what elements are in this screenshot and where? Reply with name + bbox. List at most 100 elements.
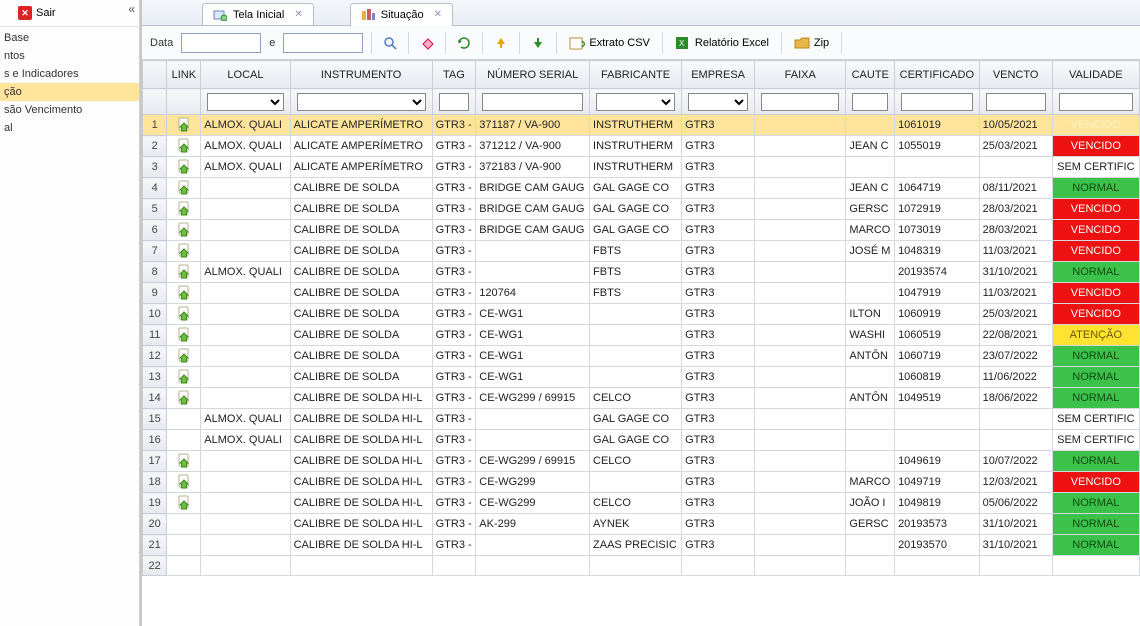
erase-icon[interactable] [417,33,437,53]
table-row[interactable]: 8ALMOX. QUALICALIBRE DE SOLDAGTR3 -FBTSG… [143,262,1140,283]
link-cell[interactable] [167,472,201,493]
row-number[interactable]: 10 [143,304,167,325]
link-cell[interactable] [167,283,201,304]
table-row[interactable]: 11CALIBRE DE SOLDAGTR3 -CE-WG1GTR3WASHI1… [143,325,1140,346]
table-row[interactable]: 5CALIBRE DE SOLDAGTR3 -BRIDGE CAM GAUGGA… [143,199,1140,220]
filter-empresa[interactable] [688,93,748,111]
link-cell[interactable] [167,304,201,325]
table-row[interactable]: 22 [143,556,1140,576]
col-caute[interactable]: CAUTE [846,61,895,89]
filter-tag[interactable] [439,93,470,111]
link-cell[interactable] [167,388,201,409]
filter-vencto[interactable] [986,93,1046,111]
link-cell[interactable] [167,115,201,136]
filter-faixa[interactable] [761,93,839,111]
table-row[interactable]: 17CALIBRE DE SOLDA HI-LGTR3 -CE-WG299 / … [143,451,1140,472]
col-local[interactable]: LOCAL [201,61,290,89]
sidebar-item-2[interactable]: s e Indicadores [0,65,139,83]
sidebar-collapse-icon[interactable]: « [128,2,135,16]
exit-button[interactable]: ✕ Sair [0,0,139,27]
tab-0[interactable]: Tela Inicial✕ [202,3,314,25]
sidebar-item-0[interactable]: Base [0,29,139,47]
row-number[interactable]: 2 [143,136,167,157]
row-number[interactable]: 15 [143,409,167,430]
row-number[interactable]: 21 [143,535,167,556]
date-to-input[interactable] [283,33,363,53]
link-cell[interactable] [167,241,201,262]
row-number[interactable]: 7 [143,241,167,262]
tab-close-icon[interactable]: ✕ [434,9,442,20]
link-cell[interactable] [167,325,201,346]
table-row[interactable]: 12CALIBRE DE SOLDAGTR3 -CE-WG1GTR3ANTÔN1… [143,346,1140,367]
grid-scroll[interactable]: LINK LOCAL INSTRUMENTO TAG NÚMERO SERIAL… [142,60,1140,626]
link-cell[interactable] [167,220,201,241]
col-serial[interactable]: NÚMERO SERIAL [476,61,590,89]
col-tag[interactable]: TAG [432,61,476,89]
table-row[interactable]: 20CALIBRE DE SOLDA HI-LGTR3 -AK-299AYNEK… [143,514,1140,535]
row-number[interactable]: 20 [143,514,167,535]
row-number[interactable]: 1 [143,115,167,136]
table-row[interactable]: 16ALMOX. QUALICALIBRE DE SOLDA HI-LGTR3 … [143,430,1140,451]
table-row[interactable]: 1ALMOX. QUALIALICATE AMPERÍMETROGTR3 -37… [143,115,1140,136]
table-row[interactable]: 15ALMOX. QUALICALIBRE DE SOLDA HI-LGTR3 … [143,409,1140,430]
sidebar-item-5[interactable]: al [0,119,139,137]
row-number[interactable]: 14 [143,388,167,409]
link-cell[interactable] [167,157,201,178]
date-from-input[interactable] [181,33,261,53]
row-number[interactable]: 6 [143,220,167,241]
filter-serial[interactable] [482,93,583,111]
row-number[interactable]: 8 [143,262,167,283]
col-link[interactable]: LINK [167,61,201,89]
tab-close-icon[interactable]: ✕ [294,9,302,20]
arrow-up-icon[interactable] [491,33,511,53]
filter-certificado[interactable] [901,93,973,111]
arrow-down-icon[interactable] [528,33,548,53]
link-cell[interactable] [167,346,201,367]
col-certificado[interactable]: CERTIFICADO [895,61,980,89]
table-row[interactable]: 14CALIBRE DE SOLDA HI-LGTR3 -CE-WG299 / … [143,388,1140,409]
sidebar-item-4[interactable]: são Vencimento [0,101,139,119]
row-number[interactable]: 5 [143,199,167,220]
export-zip-button[interactable]: Zip [790,34,833,52]
link-cell[interactable] [167,178,201,199]
table-row[interactable]: 19CALIBRE DE SOLDA HI-LGTR3 -CE-WG299CEL… [143,493,1140,514]
table-row[interactable]: 3ALMOX. QUALIALICATE AMPERÍMETROGTR3 -37… [143,157,1140,178]
row-number[interactable]: 3 [143,157,167,178]
link-cell[interactable] [167,451,201,472]
table-row[interactable]: 10CALIBRE DE SOLDAGTR3 -CE-WG1GTR3ILTON1… [143,304,1140,325]
row-number[interactable]: 16 [143,430,167,451]
sidebar-item-1[interactable]: ntos [0,47,139,65]
row-number[interactable]: 4 [143,178,167,199]
row-number[interactable]: 11 [143,325,167,346]
refresh-icon[interactable] [454,33,474,53]
link-cell[interactable] [167,136,201,157]
col-empresa[interactable]: EMPRESA [682,61,755,89]
row-number[interactable]: 12 [143,346,167,367]
filter-fabricante[interactable] [596,93,675,111]
table-row[interactable]: 2ALMOX. QUALIALICATE AMPERÍMETROGTR3 -37… [143,136,1140,157]
table-row[interactable]: 13CALIBRE DE SOLDAGTR3 -CE-WG1GTR3106081… [143,367,1140,388]
export-excel-button[interactable]: X Relatório Excel [671,34,773,52]
row-number[interactable]: 17 [143,451,167,472]
col-fabricante[interactable]: FABRICANTE [590,61,682,89]
row-number[interactable]: 19 [143,493,167,514]
filter-caute[interactable] [852,93,888,111]
filter-instrumento[interactable] [297,93,426,111]
filter-local[interactable] [207,93,283,111]
tab-1[interactable]: Situação✕ [350,3,453,25]
table-row[interactable]: 21CALIBRE DE SOLDA HI-LGTR3 -ZAAS PRECIS… [143,535,1140,556]
row-number[interactable]: 9 [143,283,167,304]
row-number[interactable]: 22 [143,556,167,576]
table-row[interactable]: 4CALIBRE DE SOLDAGTR3 -BRIDGE CAM GAUGGA… [143,178,1140,199]
table-row[interactable]: 9CALIBRE DE SOLDAGTR3 -120764FBTSGTR3104… [143,283,1140,304]
col-validade[interactable]: VALIDADE [1052,61,1139,89]
col-faixa[interactable]: FAIXA [755,61,846,89]
row-number[interactable]: 18 [143,472,167,493]
link-cell[interactable] [167,199,201,220]
row-number[interactable]: 13 [143,367,167,388]
col-instrumento[interactable]: INSTRUMENTO [290,61,432,89]
link-cell[interactable] [167,262,201,283]
rownum-header[interactable] [143,61,167,89]
link-cell[interactable] [167,493,201,514]
export-csv-button[interactable]: Extrato CSV [565,34,654,52]
